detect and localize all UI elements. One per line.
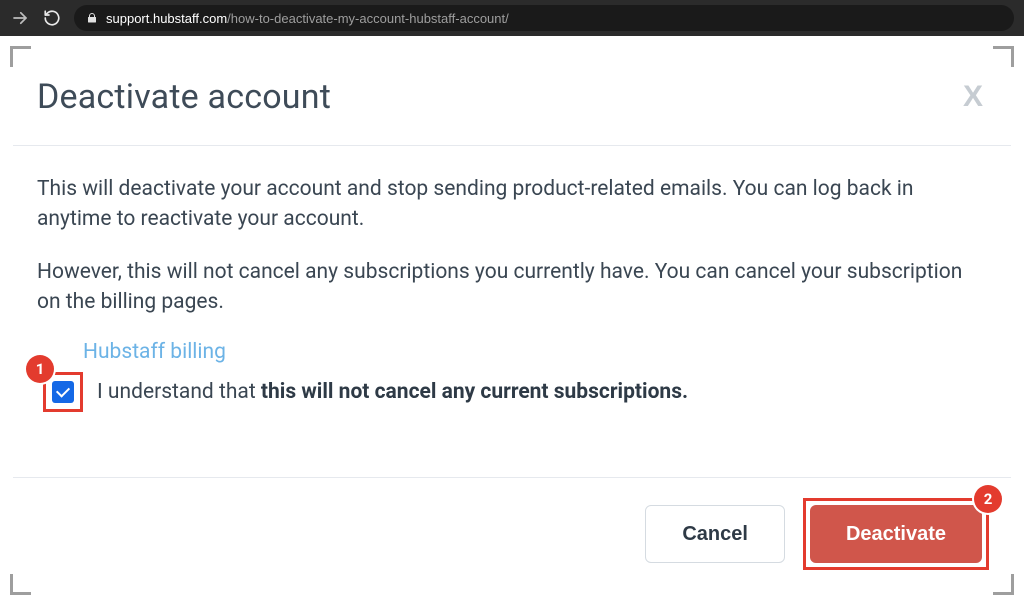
check-icon xyxy=(56,383,70,397)
confirm-text: I understand that this will not cancel a… xyxy=(97,380,688,404)
hubstaff-billing-link[interactable]: Hubstaff billing xyxy=(83,340,226,364)
confirm-prefix: I understand that xyxy=(97,380,261,404)
annotation-marker-1: 1 xyxy=(26,355,54,383)
lock-icon xyxy=(86,12,98,24)
confirm-row: 1 I understand that this will not cancel… xyxy=(43,372,987,412)
annotation-marker-2: 2 xyxy=(974,485,1002,513)
page-area: Deactivate account X This will deactivat… xyxy=(0,36,1024,605)
url-host: support.hubstaff.com xyxy=(106,11,227,26)
close-icon[interactable]: X xyxy=(959,82,987,112)
confirm-checkbox-highlight: 1 xyxy=(43,372,83,412)
modal-header: Deactivate account X xyxy=(13,49,1011,146)
url-path: /how-to-deactivate-my-account-hubstaff-a… xyxy=(227,11,509,26)
cancel-button[interactable]: Cancel xyxy=(645,505,785,563)
modal-title: Deactivate account xyxy=(37,77,331,117)
body-paragraph-2: However, this will not cancel any subscr… xyxy=(37,257,987,318)
confirm-checkbox[interactable] xyxy=(52,381,74,403)
deactivate-button[interactable]: Deactivate xyxy=(810,505,982,563)
browser-chrome: support.hubstaff.com/how-to-deactivate-m… xyxy=(0,0,1024,36)
confirm-strong: this will not cancel any current subscri… xyxy=(261,380,688,404)
address-bar[interactable]: support.hubstaff.com/how-to-deactivate-m… xyxy=(74,5,1014,31)
modal-footer: Cancel 2 Deactivate xyxy=(13,477,1011,592)
body-paragraph-1: This will deactivate your account and st… xyxy=(37,174,987,235)
forward-arrow-icon[interactable] xyxy=(10,8,30,28)
deactivate-button-highlight: 2 Deactivate xyxy=(803,498,989,570)
deactivate-modal: Deactivate account X This will deactivat… xyxy=(12,48,1012,593)
reload-icon[interactable] xyxy=(42,8,62,28)
modal-body: This will deactivate your account and st… xyxy=(13,146,1011,477)
